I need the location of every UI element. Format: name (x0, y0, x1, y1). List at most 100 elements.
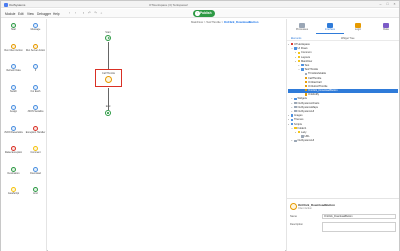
description-label: Description (290, 223, 303, 226)
search-icon[interactable]: ⌕ (99, 11, 104, 16)
toolbox-item[interactable]: End (25, 185, 46, 204)
toolbox-item-icon (33, 84, 38, 90)
close-icon[interactable]: × (392, 2, 397, 7)
toolbox-item[interactable]: Message (25, 21, 46, 40)
toolbox-item[interactable]: JavaScript (3, 185, 24, 204)
toolbox-item[interactable]: Comment (25, 144, 46, 163)
toolbox-item[interactable]: JSON Serialize (25, 103, 46, 122)
menu-edit[interactable]: Edit (18, 12, 24, 16)
toolbox-item[interactable]: If (25, 62, 46, 81)
tab-label: Interface (324, 27, 336, 31)
tree-item-label: Themes (294, 118, 304, 122)
toolbox-item-icon (33, 166, 38, 172)
start-node[interactable] (105, 35, 111, 41)
publish-button[interactable]: ↑ Publish (193, 10, 215, 17)
breadcrumb-path[interactable]: MainFlow > TestThrottle > (191, 20, 223, 24)
toolbox-item-label: Run Server Action (25, 48, 46, 52)
toolbox-item[interactable]: Download (25, 165, 46, 184)
redo-icon[interactable]: ↷ (93, 11, 98, 16)
tree-item-icon (290, 43, 293, 46)
name-input[interactable]: OnClick_DownloadButton (322, 214, 396, 219)
menu-debugger[interactable]: Debugger (37, 12, 51, 16)
tree-item-icon (304, 85, 307, 88)
properties-subtitle: Client Action (298, 207, 312, 210)
tree-item-label: OnSubsitThrottle (308, 84, 328, 88)
menu-module[interactable]: Module (5, 12, 15, 16)
tree-item-label: UI Flows (297, 47, 308, 51)
menu-view[interactable]: View (27, 12, 34, 16)
tab-label: Logic (354, 27, 362, 31)
toolbox-item-label: For Each (30, 89, 41, 93)
tab-interface[interactable]: Interface (316, 21, 344, 34)
subtab-elements[interactable]: Elements (291, 37, 301, 40)
tree-item-label: OnClick_DownloadButton (308, 89, 338, 93)
tree-item-icon (297, 51, 300, 54)
maximize-icon[interactable]: □ (385, 2, 390, 7)
toolbox-item[interactable]: Run Client Action (3, 42, 24, 61)
toolbox-item-label: Switch (9, 89, 18, 93)
tab-logic[interactable]: Logic (344, 21, 372, 34)
tree-item-icon (294, 110, 297, 113)
tab-data[interactable]: Data (372, 21, 400, 34)
menu-help[interactable]: Help (53, 12, 60, 16)
toolbox-item-label: JSON Deserialize (4, 130, 23, 134)
breadcrumb-current[interactable]: OnClick_DownloadButton (224, 20, 259, 24)
call-throttle-node[interactable] (104, 76, 112, 83)
tree-item-icon (290, 114, 293, 117)
tree-item-label: Layouts (301, 55, 311, 59)
flow-canvas[interactable] (48, 19, 285, 251)
toolbox-item-label: Start (10, 28, 17, 31)
tree-item-label: TestThrottle (304, 68, 319, 72)
toolbox-item[interactable]: JSON Deserialize (3, 124, 24, 143)
tree-item-icon (290, 122, 293, 125)
app-name: OutSystems (9, 2, 26, 7)
toolbox-item[interactable]: Run Server Action (25, 42, 46, 61)
toolbox-item-icon (11, 125, 16, 131)
call-node-label: CallThrottle (101, 71, 116, 75)
toolbox-item[interactable]: Raise Exception (3, 144, 24, 163)
tree-item-icon (301, 68, 304, 71)
tree-item[interactable]: ▸ OutSystemsUI (288, 139, 398, 143)
tree-item-icon (294, 101, 297, 105)
toolbox-item[interactable]: Refresh Data (3, 62, 24, 81)
toolbox-item-label: If (34, 69, 37, 72)
publish-label: Publish (200, 11, 212, 15)
tree-item-label: OnModify (308, 93, 320, 97)
description-input[interactable] (322, 222, 396, 232)
toolbox-item-label: JavaScript (7, 192, 20, 195)
toolbox-item-label: Raise Exception (4, 151, 23, 154)
toolbox-item[interactable]: Assign (3, 103, 24, 122)
save-icon[interactable]: ▪ (81, 11, 86, 16)
tree-item-icon (304, 93, 307, 96)
toolbox-item[interactable]: Exception Handler (25, 124, 46, 143)
toolbox-item-label: Run Client Action (4, 48, 23, 52)
minimize-icon[interactable]: – (378, 2, 383, 7)
app-logo-icon (4, 2, 8, 7)
end-node[interactable] (105, 110, 111, 116)
tab-processes[interactable]: Processes (288, 21, 316, 34)
forward-icon[interactable]: › (73, 11, 78, 16)
connector-line (108, 42, 109, 69)
tree-item-icon (294, 126, 297, 130)
title-bar: OutSystems OTHenlspace (3) Tenlspace2 – … (1, 1, 399, 8)
subtab-widget-tree[interactable]: Widget Tree (341, 37, 354, 40)
toolbox-item-label: End (33, 192, 38, 195)
element-tree: ▾ OTHenlspace ▾ UI Flows ▸ Common ▸ Layouts ▾ Mai… (288, 43, 398, 144)
tree-item-label: URL (304, 135, 310, 139)
toolbox-item[interactable]: Destination (3, 165, 24, 184)
toolbox-item[interactable]: Start (3, 21, 24, 40)
back-icon[interactable]: ‹ (67, 11, 72, 16)
toolbox-item[interactable]: For Each (25, 83, 46, 102)
tree-item-icon (294, 139, 297, 142)
toolbox-item[interactable]: Switch (3, 83, 24, 102)
tree-item-label: Common (301, 51, 312, 55)
toolbox-item-label: JSON Serialize (27, 110, 44, 113)
tree-item-label: Lazy (301, 130, 307, 134)
toolbox-item-label: Assign (9, 110, 18, 113)
undo-icon[interactable]: ↶ (87, 11, 92, 16)
tree-item-icon (297, 55, 300, 58)
toolbox-item-label: Destination (7, 171, 20, 175)
tree-item-icon (294, 47, 297, 50)
toolbox-item-icon (11, 84, 16, 90)
toolbox-item-icon (11, 166, 16, 172)
